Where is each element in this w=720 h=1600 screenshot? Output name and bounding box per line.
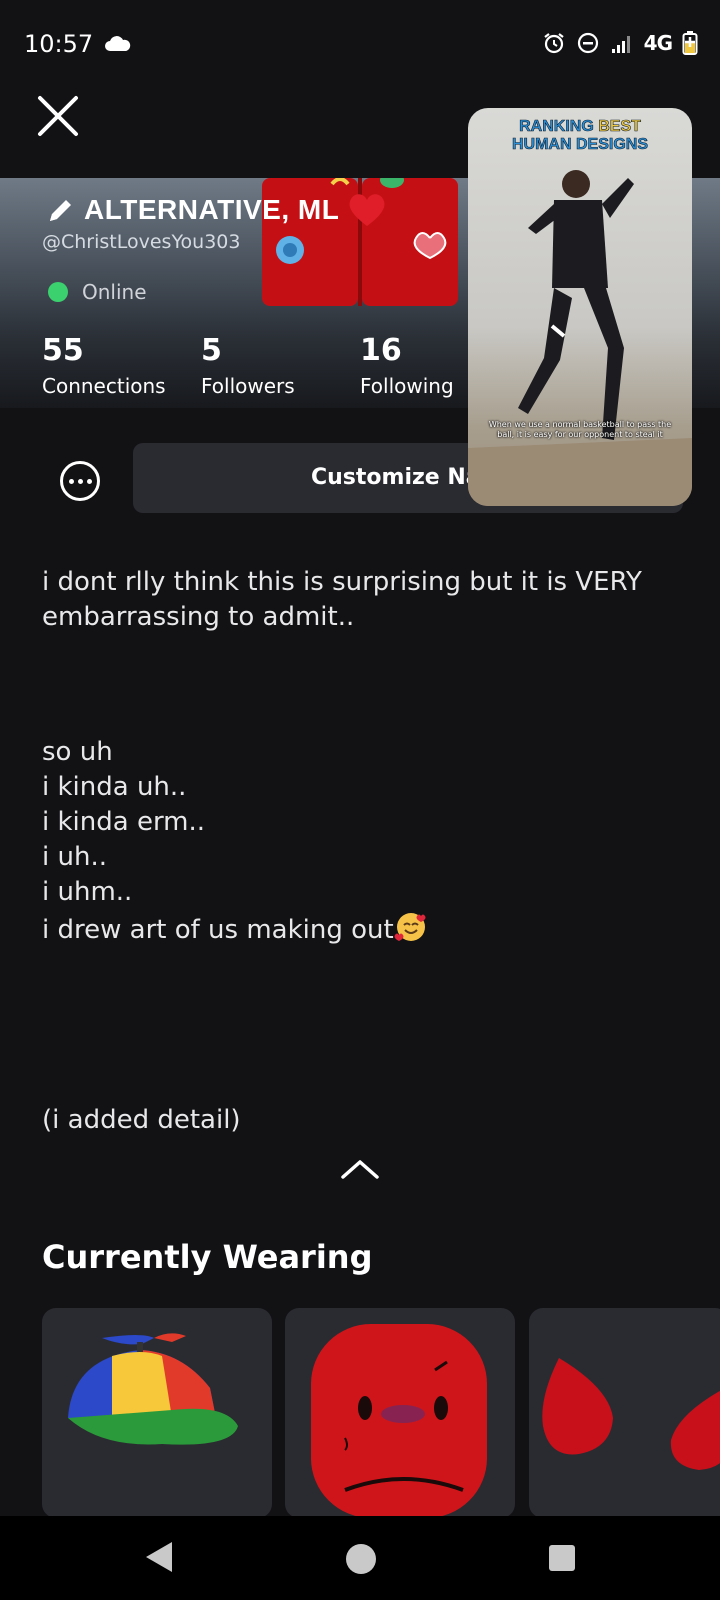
- chevron-up-icon[interactable]: [340, 1158, 380, 1180]
- stat-label: Connections: [42, 374, 166, 398]
- system-nav-bar: [0, 1516, 720, 1600]
- pip-video-caption: When we use a normal basketball to pass …: [488, 420, 672, 439]
- bio-line: i drew art of us making out: [42, 910, 682, 948]
- stat-following[interactable]: 16 Following: [360, 333, 454, 398]
- online-dot-icon: [48, 282, 68, 302]
- red-head-icon: [311, 1324, 487, 1518]
- video-frame: [468, 170, 692, 506]
- online-status: Online: [48, 280, 147, 304]
- more-options-icon[interactable]: [60, 461, 100, 501]
- bio-line: i kinda erm..: [42, 807, 206, 837]
- pip-video-player[interactable]: RANKING BEST HUMAN DESIGNS When we use a…: [468, 108, 692, 506]
- currently-wearing-title: Currently Wearing: [42, 1238, 373, 1276]
- username: @ChristLovesYou303: [42, 231, 241, 253]
- cloud-icon: [105, 36, 131, 51]
- pip-video-title: RANKING BEST HUMAN DESIGNS: [511, 118, 649, 154]
- alarm-icon: [543, 33, 564, 54]
- display-name-row[interactable]: ALTERNATIVE, ML: [46, 192, 387, 228]
- bio-line: i uhm..: [42, 877, 133, 907]
- bio-line: so uh: [42, 737, 113, 767]
- dnd-icon: [577, 32, 598, 54]
- red-drops-icon: [542, 1358, 720, 1470]
- back-icon[interactable]: [144, 1540, 174, 1574]
- bio-line: i uh..: [42, 842, 107, 872]
- propeller-hat-icon: [68, 1333, 238, 1445]
- network-type: 4G: [643, 31, 673, 55]
- online-label: Online: [82, 280, 147, 304]
- bio-line: i dont rlly think this is surprising but…: [42, 567, 651, 632]
- pencil-icon[interactable]: [46, 195, 76, 225]
- close-icon[interactable]: [30, 88, 86, 144]
- status-bar: 10:57 4G: [0, 0, 720, 90]
- recents-icon[interactable]: [549, 1545, 575, 1571]
- bio-text: i dont rlly think this is surprising but…: [42, 565, 682, 1138]
- stat-value: 55: [42, 333, 84, 368]
- stat-label: Followers: [201, 374, 295, 398]
- status-time: 10:57: [24, 30, 94, 58]
- signal-icon: [611, 36, 630, 53]
- stat-followers[interactable]: 5 Followers: [201, 333, 295, 398]
- stat-value: 5: [201, 333, 222, 368]
- wearing-item-card[interactable]: [42, 1308, 272, 1518]
- stat-value: 16: [360, 333, 402, 368]
- wearing-item-card[interactable]: [285, 1308, 515, 1518]
- stat-label: Following: [360, 374, 454, 398]
- wearing-item-card[interactable]: [529, 1308, 720, 1518]
- display-name: ALTERNATIVE, ML: [84, 194, 340, 225]
- bio-line: i kinda uh..: [42, 772, 187, 802]
- home-icon[interactable]: [346, 1544, 376, 1574]
- stat-connections[interactable]: 55 Connections: [42, 333, 166, 398]
- smiling-hearts-emoji-icon: [394, 913, 426, 941]
- heart-icon: [349, 194, 385, 226]
- battery-icon: [682, 31, 698, 55]
- bio-line: (i added detail): [42, 1105, 241, 1135]
